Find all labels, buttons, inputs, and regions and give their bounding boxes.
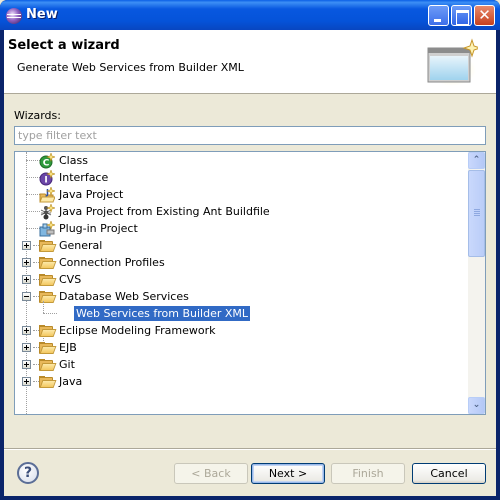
folder-icon — [39, 274, 57, 286]
window-title: New — [26, 7, 58, 22]
scroll-up-button[interactable]: ⌃ — [468, 152, 485, 169]
folder-icon — [39, 240, 57, 252]
minimize-button[interactable] — [428, 5, 449, 26]
svg-text:J: J — [45, 188, 49, 197]
eclipse-icon — [6, 8, 22, 24]
ant-icon — [40, 204, 55, 220]
collapse-toggle[interactable] — [22, 292, 31, 301]
tree-branch-line — [26, 211, 40, 212]
scroll-thumb[interactable] — [468, 170, 485, 257]
folder-icon — [39, 325, 57, 337]
scroll-down-button[interactable]: ⌄ — [468, 397, 485, 414]
chevron-up-icon: ⌃ — [472, 155, 481, 165]
tree-branch-line — [26, 194, 40, 195]
wizard-banner-icon — [427, 38, 478, 86]
tree-scrollbar[interactable]: ⌃ ⌄ — [468, 152, 485, 414]
footer-divider — [4, 448, 496, 450]
tree-item-cvs[interactable]: CVS — [15, 271, 468, 288]
tree-item-label: Database Web Services — [59, 290, 189, 303]
tree-item-web-services-from-builder-xml[interactable]: Web Services from Builder XML — [15, 301, 468, 322]
help-icon: ? — [23, 465, 33, 481]
tree-item-label: CVS — [59, 273, 82, 286]
tree-item-label: Git — [59, 358, 75, 371]
wizards-label: Wizards: — [14, 109, 61, 122]
tree-item-ant-project[interactable]: Java Project from Existing Ant Buildfile — [15, 203, 468, 220]
folder-icon — [39, 342, 57, 354]
expand-toggle[interactable] — [22, 343, 31, 352]
tree-item-java[interactable]: Java — [15, 373, 468, 390]
expand-toggle[interactable] — [22, 377, 31, 386]
grip-icon — [474, 209, 480, 217]
folder-icon — [39, 376, 57, 388]
tree-item-general[interactable]: General — [15, 237, 468, 254]
tree-item-label: Plug-in Project — [59, 222, 138, 235]
page-description: Generate Web Services from Builder XML — [17, 61, 244, 74]
java-project-icon: J — [39, 187, 55, 203]
wizard-tree-content: C Class I Interface J Java Project Java … — [15, 152, 468, 414]
tree-item-label: Interface — [59, 171, 109, 184]
help-button[interactable]: ? — [17, 462, 39, 484]
tree-item-java-project[interactable]: J Java Project — [15, 186, 468, 203]
class-icon: C — [39, 153, 55, 169]
expand-toggle[interactable] — [22, 241, 31, 250]
tree-item-label: Web Services from Builder XML — [74, 306, 251, 321]
folder-icon — [39, 257, 57, 269]
next-button[interactable]: Next > — [251, 463, 325, 484]
page-title: Select a wizard — [8, 38, 120, 53]
close-icon: ✕ — [478, 6, 491, 24]
maximize-button[interactable] — [451, 5, 472, 26]
tree-item-label: Java Project from Existing Ant Buildfile — [59, 205, 270, 218]
tree-item-label: General — [59, 239, 103, 252]
expand-toggle[interactable] — [22, 360, 31, 369]
plugin-project-icon — [39, 221, 55, 237]
tree-item-database-web-services[interactable]: Database Web Services — [15, 288, 468, 305]
tree-item-class[interactable]: C Class — [15, 152, 468, 169]
tree-item-connection-profiles[interactable]: Connection Profiles — [15, 254, 468, 271]
expand-toggle[interactable] — [22, 326, 31, 335]
cancel-button[interactable]: Cancel — [412, 463, 486, 484]
tree-item-label: Java Project — [59, 188, 124, 201]
close-button[interactable]: ✕ — [474, 5, 495, 26]
tree-item-eclipse-modeling-framework[interactable]: Eclipse Modeling Framework — [15, 322, 468, 339]
new-wizard-dialog: New ✕ Select a wizard Generate Web Servi… — [0, 0, 500, 500]
tree-branch-line — [26, 177, 40, 178]
tree-item-label: Class — [59, 154, 88, 167]
tree-branch-line — [26, 160, 40, 161]
back-button[interactable]: < Back — [174, 463, 248, 484]
filter-input[interactable] — [14, 126, 486, 145]
title-bar[interactable]: New ✕ — [0, 0, 500, 30]
dialog-body: Select a wizard Generate Web Services fr… — [4, 30, 496, 496]
wizard-header: Select a wizard Generate Web Services fr… — [4, 30, 496, 94]
svg-text:I: I — [44, 176, 47, 186]
tree-item-label: EJB — [59, 341, 77, 354]
tree-item-label: Connection Profiles — [59, 256, 165, 269]
tree-guide-line — [43, 301, 44, 313]
folder-icon — [39, 291, 57, 303]
tree-item-git[interactable]: Git — [15, 356, 468, 373]
finish-button[interactable]: Finish — [331, 463, 405, 484]
tree-item-plugin-project[interactable]: Plug-in Project — [15, 220, 468, 237]
expand-toggle[interactable] — [22, 275, 31, 284]
svg-text:C: C — [43, 159, 50, 169]
wizard-tree[interactable]: C Class I Interface J Java Project Java … — [14, 151, 486, 415]
tree-branch-line — [43, 313, 57, 314]
tree-item-label: Eclipse Modeling Framework — [59, 324, 216, 337]
expand-toggle[interactable] — [22, 258, 31, 267]
tree-item-label: Java — [59, 375, 83, 388]
folder-icon — [39, 359, 57, 371]
tree-branch-line — [26, 228, 40, 229]
tree-item-interface[interactable]: I Interface — [15, 169, 468, 186]
tree-item-ejb[interactable]: EJB — [15, 339, 468, 356]
interface-icon: I — [39, 170, 55, 186]
chevron-down-icon: ⌄ — [472, 400, 481, 410]
